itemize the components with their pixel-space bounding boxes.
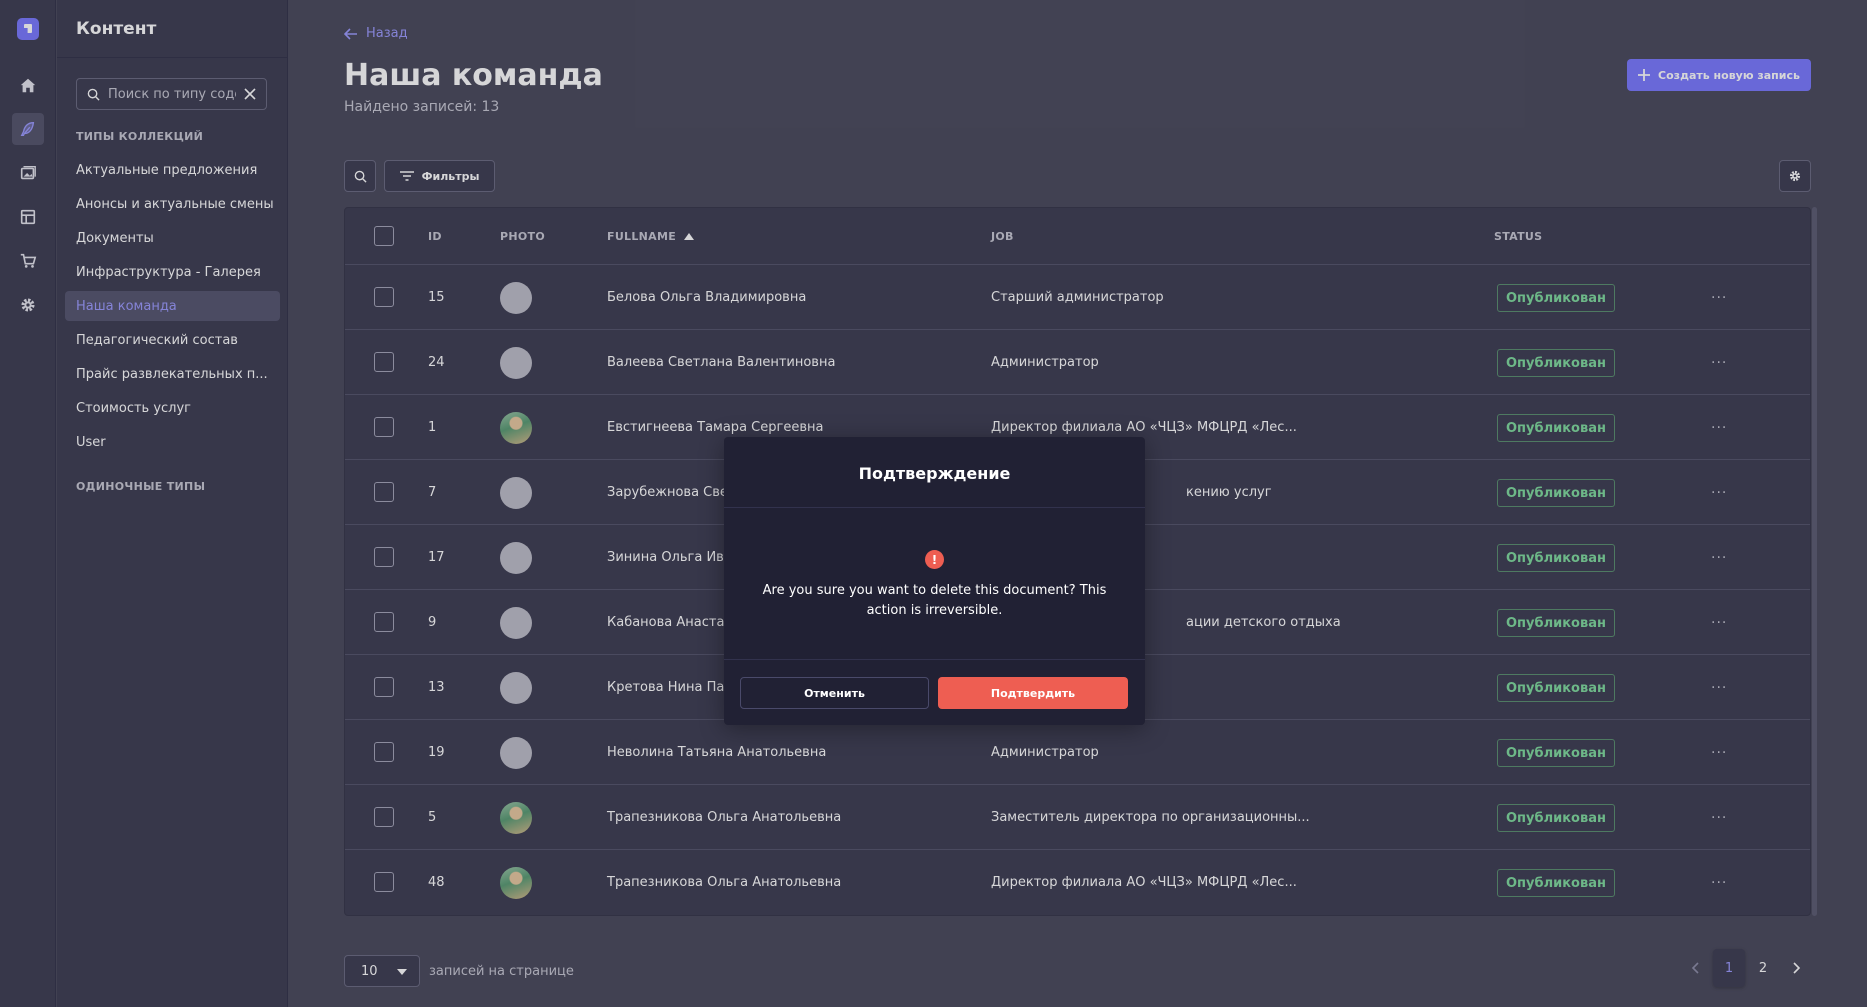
cancel-button[interactable]: Отменить [740,677,929,709]
confirm-dialog: Подтверждение ! Are you sure you want to… [724,437,1145,725]
warning-icon: ! [925,550,944,569]
dialog-title: Подтверждение [858,464,1011,483]
dialog-divider [724,659,1145,660]
dialog-divider [724,507,1145,508]
dialog-message: Are you sure you want to delete this doc… [762,583,1107,618]
confirm-button[interactable]: Подтвердить [938,677,1128,709]
